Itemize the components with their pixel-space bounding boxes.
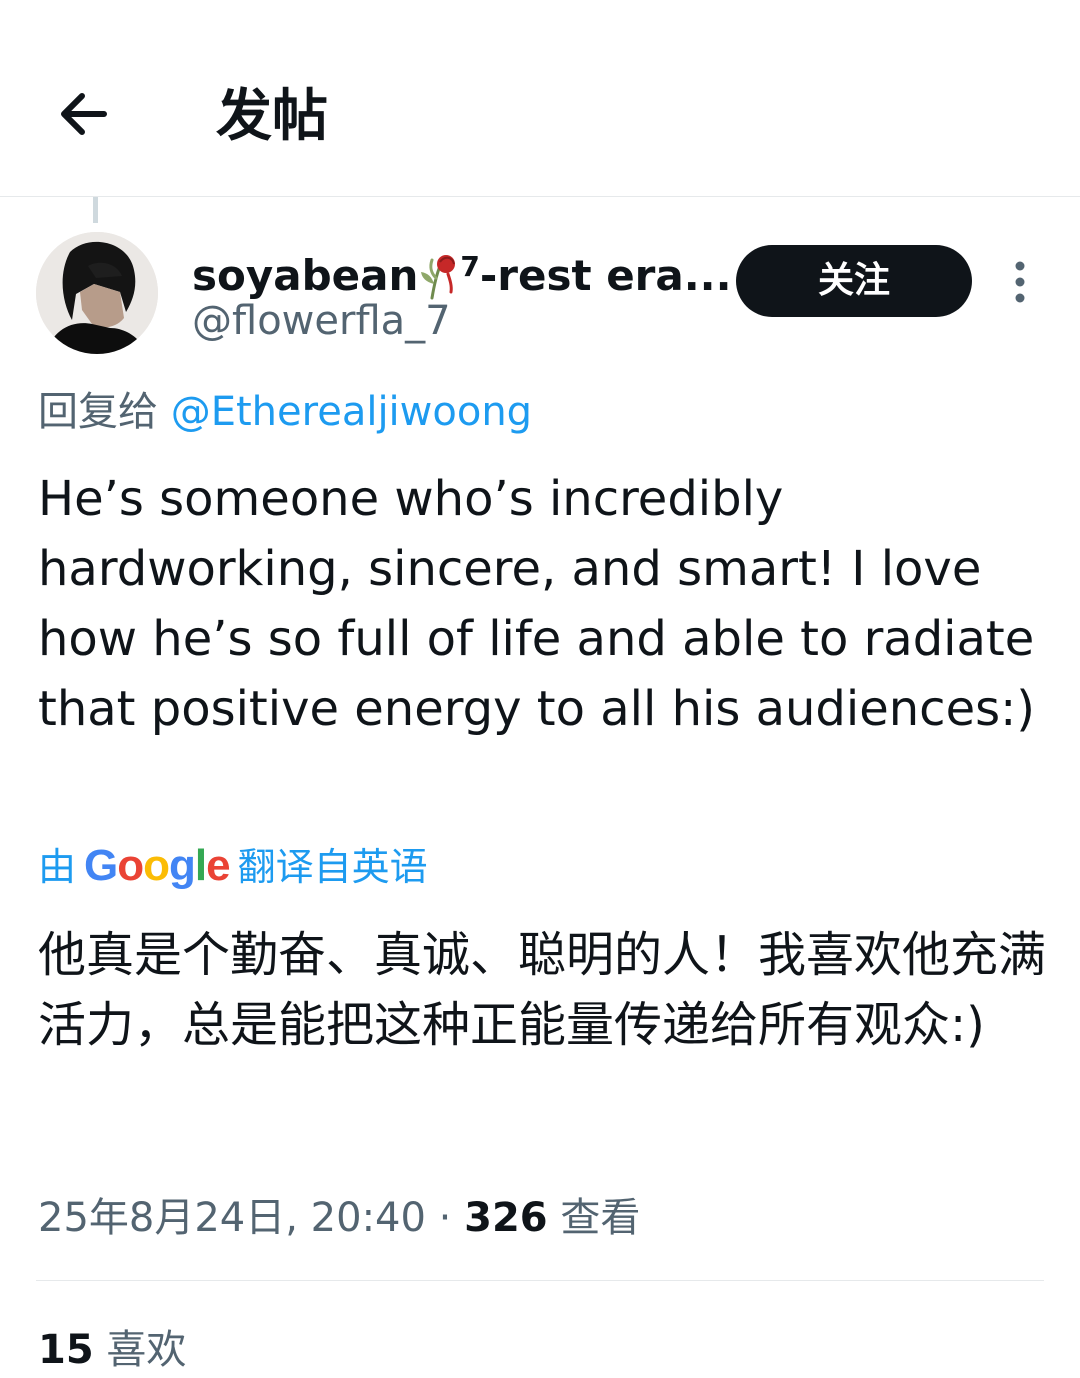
name-superscript: 7 [460,250,480,283]
user-handle[interactable]: @flowerfla_7 [192,295,451,347]
reply-mention-link[interactable]: @Etherealjiwoong [171,389,532,435]
more-vertical-icon [1015,261,1025,303]
tweet-text: He’s someone who’s incredibly hardworkin… [38,471,1036,737]
likes-label: 喜欢 [106,1327,187,1373]
top-app-bar: 发帖 [0,0,1080,197]
wilted-rose-emoji [418,250,460,300]
more-options-button[interactable] [1000,258,1040,306]
reply-context: 回复给 @Etherealjiwoong [38,384,532,440]
follow-button[interactable]: 关注 [736,245,972,317]
likes-count: 15 [38,1327,94,1373]
reply-prefix: 回复给 [38,389,158,435]
translation-suffix-link[interactable]: 翻译自英语 [238,845,428,889]
views-label: 查看 [560,1195,641,1241]
meta-separator: · [425,1195,465,1241]
likes-stat[interactable]: 15 喜欢 [38,1322,186,1378]
arrow-left-icon [61,93,107,135]
tweet-meta: 25年8月24日, 20:40 · 326 查看 [38,1190,640,1246]
tweet-timestamp[interactable]: 25年8月24日, 20:40 [38,1195,426,1241]
avatar[interactable] [36,232,158,354]
back-button[interactable] [52,82,116,146]
translated-tweet-text: 他真是个勤奋、真诚、聪明的人！我喜欢他充满活力，总是能把这种正能量传递给所有观众… [38,927,1047,1053]
profile-photo [36,232,158,354]
google-logo: Google [84,841,231,890]
thread-connector-line [93,197,98,223]
page-title: 发帖 [216,84,328,149]
translation-prefix: 由 [38,845,77,889]
views-count: 326 [464,1195,548,1241]
translation-attribution: 由 Google 翻译自英语 [38,838,428,898]
display-name-text: soyabean [192,251,419,300]
display-name-suffix: -rest era... [479,251,732,300]
divider [36,1280,1044,1281]
display-name[interactable]: soyabean 7-rest era... [192,240,732,303]
